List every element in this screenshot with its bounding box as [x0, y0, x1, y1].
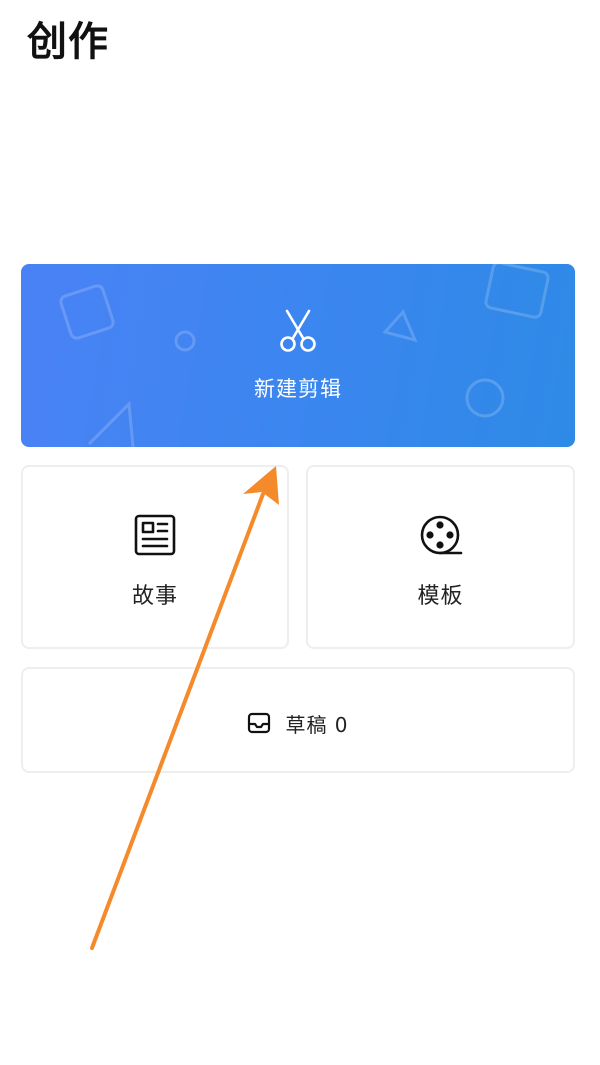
- decorative-shapes: [59, 264, 550, 447]
- template-label: 模板: [417, 584, 464, 609]
- page-title: 创作: [27, 19, 109, 65]
- drafts-label: 草稿 0: [285, 712, 349, 737]
- creation-page: 创作 新建剪辑 故事 模板 草稿 0: [0, 0, 600, 1065]
- story-card[interactable]: 故事: [21, 465, 289, 649]
- drafts-card[interactable]: 草稿 0: [21, 667, 575, 773]
- scissors-icon: [280, 309, 316, 352]
- inbox-icon: [248, 712, 271, 734]
- newspaper-icon: [134, 514, 176, 556]
- drafts-row: 草稿 0: [23, 709, 573, 737]
- new-edit-button[interactable]: 新建剪辑: [21, 264, 575, 447]
- story-label: 故事: [131, 584, 178, 609]
- new-edit-label: 新建剪辑: [254, 377, 342, 401]
- film-reel-icon: [420, 515, 462, 555]
- template-card[interactable]: 模板: [306, 465, 575, 649]
